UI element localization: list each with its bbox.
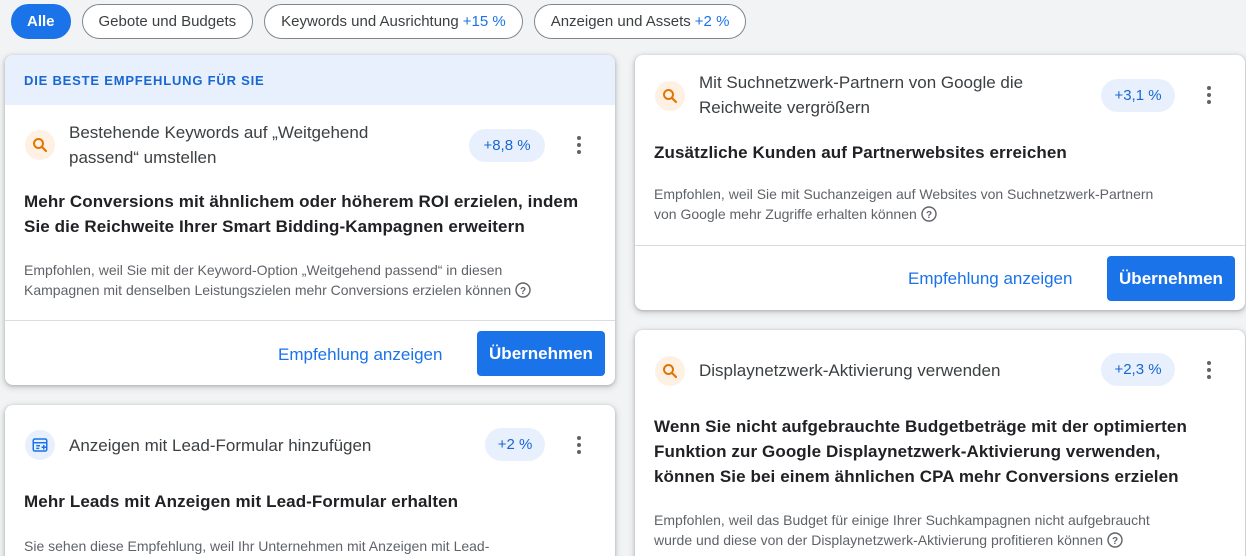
more-vert-icon[interactable] <box>567 133 591 157</box>
title-line: passend“ umstellen <box>69 148 217 167</box>
recommendation-card-broad-match: DIE BESTE EMPFEHLUNG FÜR SIE Bestehende … <box>5 55 615 385</box>
card-reason: Sie sehen diese Empfehlung, weil Ihr Unt… <box>24 538 490 554</box>
help-icon[interactable]: ? <box>1107 532 1123 553</box>
reason-line: von Google mehr Zugriffe erhalten können <box>654 206 917 222</box>
divider <box>5 320 615 321</box>
card-title: Mit Suchnetzwerk-Partnern von Google die… <box>699 70 1023 120</box>
chip-anzeigen-und-assets[interactable]: Anzeigen und Assets +2 % <box>533 4 747 39</box>
title-line: Reichweite vergrößern <box>699 98 871 117</box>
title-line: Mit Suchnetzwerk-Partnern von Google die <box>699 73 1024 92</box>
reason-line: Empfohlen, weil Sie mit Suchanzeigen auf… <box>654 186 1154 202</box>
headline-line: können Sie bei einem ähnlichen CPA mehr … <box>654 467 1179 486</box>
view-recommendation-button[interactable]: Empfehlung anzeigen <box>278 345 442 365</box>
card-reason: Empfohlen, weil Sie mit Suchanzeigen auf… <box>654 184 1153 227</box>
help-icon[interactable]: ? <box>921 206 937 227</box>
view-recommendation-button[interactable]: Empfehlung anzeigen <box>908 269 1072 289</box>
card-title: Displaynetzwerk-Aktivierung verwenden <box>699 361 1001 380</box>
chip-delta: +15 % <box>462 13 506 30</box>
chip-delta: +2 % <box>694 13 730 30</box>
headline-line: Funktion zur Google Displaynetzwerk-Akti… <box>654 442 1161 461</box>
svg-text:?: ? <box>926 210 932 221</box>
recommendation-card-display-expansion: Displaynetzwerk-Aktivierung verwenden +2… <box>635 330 1245 556</box>
uplift-badge: +8,8 % <box>469 129 545 162</box>
title-line: Bestehende Keywords auf „Weitgehend <box>69 123 369 142</box>
uplift-badge: +2 % <box>485 428 545 461</box>
chip-alle[interactable]: Alle <box>11 4 71 39</box>
chip-gebote-und-budgets[interactable]: Gebote und Budgets <box>81 4 254 39</box>
reason-line: Kampagnen mit denselben Leistungszielen … <box>24 282 512 298</box>
recommendation-card-search-partners: Mit Suchnetzwerk-Partnern von Google die… <box>635 55 1245 310</box>
headline-line: Sie die Reichweite Ihrer Smart Bidding-K… <box>24 217 525 236</box>
card-title: Anzeigen mit Lead-Formular hinzufügen <box>69 436 372 455</box>
uplift-badge: +2,3 % <box>1101 353 1175 386</box>
chip-label: Alle <box>27 13 55 30</box>
uplift-badge: +3,1 % <box>1101 79 1175 112</box>
search-icon <box>655 356 685 386</box>
more-vert-icon[interactable] <box>1197 83 1221 107</box>
apply-button[interactable]: Übernehmen <box>1107 256 1235 301</box>
search-icon <box>655 81 685 111</box>
card-headline: Mehr Conversions mit ähnlichem oder höhe… <box>24 189 578 239</box>
chip-keywords-und-ausrichtung[interactable]: Keywords und Ausrichtung +15 % <box>264 4 523 39</box>
svg-text:?: ? <box>1112 536 1118 547</box>
search-icon <box>25 130 55 160</box>
more-vert-icon[interactable] <box>1197 358 1221 382</box>
reason-line: Empfohlen, weil Sie mit der Keyword-Opti… <box>24 262 503 278</box>
headline-line: Wenn Sie nicht aufgebrauchte Budgetbeträ… <box>654 417 1187 436</box>
apply-button[interactable]: Übernehmen <box>477 331 605 376</box>
svg-text:?: ? <box>520 286 526 297</box>
reason-line: wurde und diese von der Displaynetzwerk-… <box>654 532 1104 548</box>
card-headline: Zusätzliche Kunden auf Partnerwebsites e… <box>654 143 1067 162</box>
help-icon[interactable]: ? <box>515 282 531 303</box>
headline-line: Mehr Conversions mit ähnlichem oder höhe… <box>24 192 579 211</box>
more-vert-icon[interactable] <box>567 433 591 457</box>
best-recommendation-banner: DIE BESTE EMPFEHLUNG FÜR SIE <box>5 55 615 105</box>
card-reason: Empfohlen, weil das Budget für einige Ih… <box>654 510 1150 553</box>
chip-label: Anzeigen und Assets <box>550 13 691 30</box>
card-headline: Wenn Sie nicht aufgebrauchte Budgetbeträ… <box>654 414 1187 489</box>
chip-label: Keywords und Ausrichtung <box>281 13 459 30</box>
card-headline: Mehr Leads mit Anzeigen mit Lead-Formula… <box>24 492 459 511</box>
reason-line: Empfohlen, weil das Budget für einige Ih… <box>654 512 1150 528</box>
card-title: Bestehende Keywords auf „Weitgehend pass… <box>69 120 368 170</box>
card-reason: Empfohlen, weil Sie mit der Keyword-Opti… <box>24 260 531 303</box>
recommendation-card-lead-form: Anzeigen mit Lead-Formular hinzufügen +2… <box>5 405 615 556</box>
chip-label: Gebote und Budgets <box>98 13 237 30</box>
lead-form-icon <box>25 430 55 460</box>
divider <box>635 245 1245 246</box>
filter-chips: Alle Gebote und Budgets Keywords und Aus… <box>11 4 747 39</box>
